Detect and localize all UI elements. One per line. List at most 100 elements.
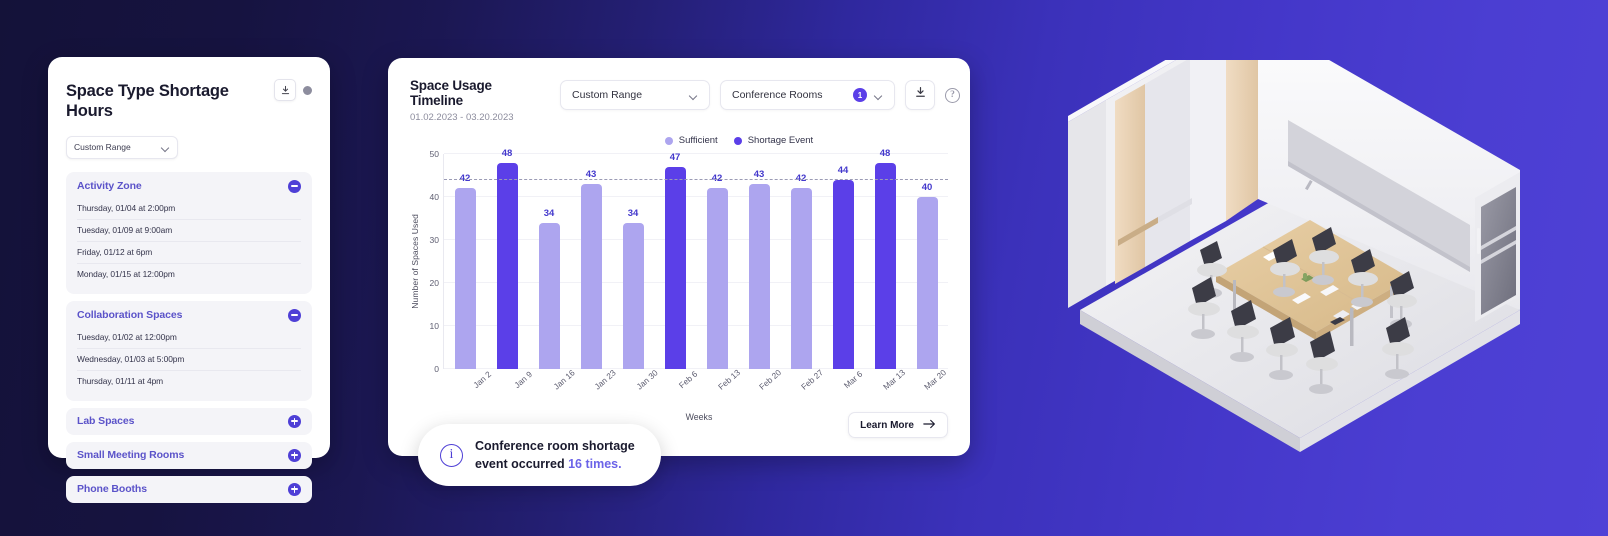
chevron-down-icon bbox=[875, 93, 883, 98]
bar-value-label: 47 bbox=[669, 151, 681, 163]
download-icon bbox=[914, 86, 927, 104]
y-axis-tick-label: 50 bbox=[429, 149, 439, 159]
list-item: Tuesday, 01/09 at 9:00am bbox=[77, 218, 301, 241]
chart-legend: Sufficient Shortage Event bbox=[410, 135, 948, 146]
bar-column[interactable]: 42 bbox=[448, 154, 482, 369]
bar-column[interactable]: 34 bbox=[532, 154, 566, 369]
bar-sufficient[interactable] bbox=[916, 197, 938, 369]
group-collaboration-spaces[interactable]: Collaboration Spaces Tuesday, 01/02 at 1… bbox=[66, 300, 312, 401]
threshold-line bbox=[444, 178, 948, 180]
learn-more-label: Learn More bbox=[860, 419, 914, 431]
bar-shortage[interactable] bbox=[832, 179, 854, 369]
y-axis-tick-label: 10 bbox=[429, 321, 439, 331]
bar-column[interactable]: 42 bbox=[700, 154, 734, 369]
plus-circle-icon[interactable] bbox=[288, 414, 301, 428]
bar-sufficient[interactable] bbox=[748, 184, 770, 369]
arrow-right-icon bbox=[923, 419, 936, 432]
legend-label: Shortage Event bbox=[747, 135, 814, 146]
learn-more-button[interactable]: Learn More bbox=[848, 412, 948, 438]
minus-circle-icon[interactable] bbox=[288, 179, 301, 193]
bar-column[interactable]: 43 bbox=[742, 154, 776, 369]
rooms-select[interactable]: Conference Rooms 1 bbox=[720, 80, 895, 110]
conference-room-3d-render bbox=[1068, 60, 1520, 452]
y-axis-label: Number of Spaces Used bbox=[410, 214, 420, 309]
group-label: Small Meeting Rooms bbox=[77, 449, 185, 462]
space-usage-timeline-card: Space Usage Timeline 01.02.2023 - 03.20.… bbox=[388, 58, 970, 456]
bar-sufficient[interactable] bbox=[790, 188, 812, 369]
bar-column[interactable]: 48 bbox=[490, 148, 524, 369]
left-card-header: Space Type Shortage Hours bbox=[66, 79, 312, 122]
toast-highlight: 16 times. bbox=[568, 457, 622, 471]
settings-dot-icon[interactable] bbox=[303, 85, 312, 95]
legend-dot-shortage bbox=[733, 136, 742, 145]
y-axis-ticks: 0 10 20 30 40 50 bbox=[423, 149, 443, 374]
bar-column[interactable]: 42 bbox=[784, 154, 818, 369]
bar-sufficient[interactable] bbox=[454, 188, 476, 369]
group-header[interactable]: Activity Zone bbox=[77, 179, 301, 193]
chart-title: Space Usage Timeline bbox=[410, 78, 492, 108]
group-phone-booths[interactable]: Phone Booths bbox=[66, 475, 312, 503]
bar-sufficient[interactable] bbox=[580, 184, 602, 369]
left-range-select[interactable]: Custom Range bbox=[66, 135, 178, 159]
download-button[interactable] bbox=[905, 80, 935, 110]
bar-column[interactable]: 47 bbox=[658, 151, 692, 369]
y-axis-tick-label: 30 bbox=[429, 235, 439, 245]
bar-value-label: 34 bbox=[543, 207, 555, 219]
bar-value-label: 44 bbox=[837, 164, 849, 176]
bar-chart: Number of Spaces Used 0 10 20 30 40 50 42 48 34… bbox=[410, 148, 948, 374]
group-small-meeting-rooms[interactable]: Small Meeting Rooms bbox=[66, 441, 312, 469]
bar-sufficient[interactable] bbox=[706, 188, 728, 369]
plus-circle-icon[interactable] bbox=[288, 482, 301, 496]
chevron-down-icon bbox=[162, 145, 170, 150]
toast-line-2-prefix: event occurred bbox=[475, 457, 569, 471]
bar-shortage[interactable] bbox=[664, 166, 686, 369]
group-header[interactable]: Collaboration Spaces bbox=[77, 308, 301, 322]
x-axis-ticks: Jan 2 Jan 9 Jan 16 Jan 23 Jan 30 Feb 6 Feb 13 F… bbox=[453, 367, 949, 411]
bar-column[interactable]: 43 bbox=[574, 154, 608, 369]
chart-date-range: 01.02.2023 - 03.20.2023 bbox=[410, 112, 514, 123]
bar-shortage[interactable] bbox=[874, 162, 896, 369]
list-item: Thursday, 01/04 at 2:00pm bbox=[77, 203, 176, 214]
bar-column[interactable]: 34 bbox=[616, 154, 650, 369]
bar-shortage[interactable] bbox=[496, 162, 518, 369]
bar-column[interactable]: 44 bbox=[826, 154, 860, 369]
center-card-controls: Custom Range Conference Rooms 1 ? bbox=[560, 78, 960, 110]
space-type-group-list: Activity Zone Thursday, 01/04 at 2:00pm … bbox=[66, 171, 312, 503]
status-badge: 1 bbox=[853, 88, 867, 102]
legend-item-shortage: Shortage Event bbox=[733, 135, 814, 146]
group-header[interactable]: Phone Booths bbox=[77, 482, 301, 496]
group-label: Activity Zone bbox=[77, 180, 142, 193]
bar-column[interactable]: 48 bbox=[868, 148, 902, 369]
group-label: Collaboration Spaces bbox=[77, 309, 183, 322]
list-item: Tuesday, 01/02 at 12:00pm bbox=[77, 332, 177, 343]
chevron-down-icon bbox=[690, 93, 698, 98]
range-select-value: Custom Range bbox=[572, 89, 643, 101]
group-label: Phone Booths bbox=[77, 483, 147, 496]
group-activity-zone[interactable]: Activity Zone Thursday, 01/04 at 2:00pm … bbox=[66, 171, 312, 294]
bar-column[interactable]: 40 bbox=[910, 154, 944, 369]
bar-value-label: 48 bbox=[501, 147, 513, 159]
page-title: Space Type Shortage Hours bbox=[66, 82, 229, 120]
shortage-toast: i Conference room shortage event occurre… bbox=[418, 424, 661, 486]
range-select[interactable]: Custom Range bbox=[560, 80, 710, 110]
center-card-titles: Space Usage Timeline 01.02.2023 - 03.20.… bbox=[410, 78, 546, 123]
toast-line-1: Conference room shortage bbox=[475, 438, 635, 453]
group-lab-spaces[interactable]: Lab Spaces bbox=[66, 407, 312, 435]
bar-sufficient[interactable] bbox=[622, 222, 644, 369]
info-circle-icon: i bbox=[440, 443, 463, 467]
download-button[interactable] bbox=[274, 79, 296, 101]
group-items: Thursday, 01/04 at 2:00pm Tuesday, 01/09… bbox=[77, 198, 301, 285]
rooms-select-value: Conference Rooms bbox=[732, 89, 823, 101]
plus-circle-icon[interactable] bbox=[288, 448, 301, 462]
legend-label: Sufficient bbox=[678, 135, 718, 146]
bar-value-label: 48 bbox=[879, 147, 891, 159]
help-circle-icon[interactable]: ? bbox=[945, 87, 960, 103]
y-axis-tick-label: 0 bbox=[434, 364, 439, 374]
minus-circle-icon[interactable] bbox=[288, 308, 301, 322]
group-header[interactable]: Small Meeting Rooms bbox=[77, 448, 301, 462]
bar-sufficient[interactable] bbox=[538, 222, 560, 369]
legend-dot-sufficient bbox=[664, 136, 673, 145]
group-header[interactable]: Lab Spaces bbox=[77, 414, 301, 428]
left-range-select-value: Custom Range bbox=[74, 142, 131, 153]
y-axis-tick-label: 40 bbox=[429, 192, 439, 202]
